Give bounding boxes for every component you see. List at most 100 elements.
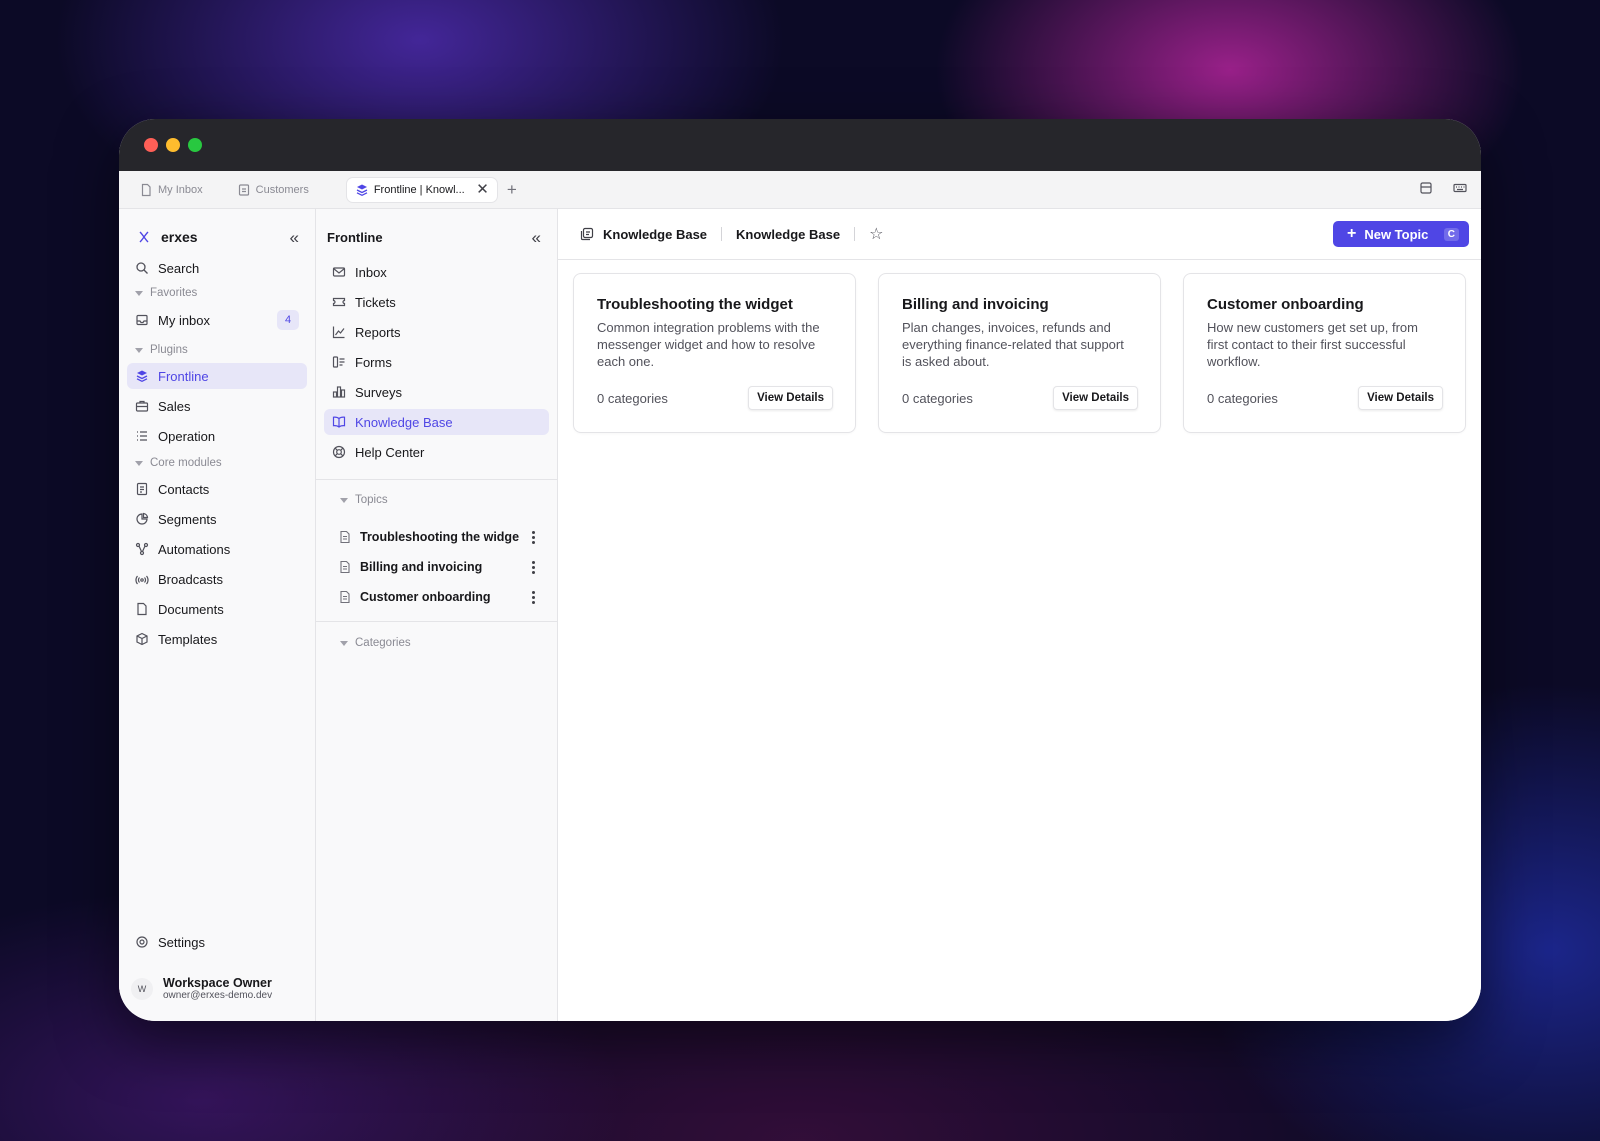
erxes-logo-icon (137, 230, 151, 244)
frontline-item-reports[interactable]: Reports (324, 319, 549, 345)
topic-label: Troubleshooting the widget (360, 530, 519, 544)
sidebar-item-settings[interactable]: Settings (127, 929, 307, 955)
sidebar-item-automations[interactable]: Automations (127, 536, 307, 562)
mail-icon (332, 265, 346, 279)
new-topic-button[interactable]: + New Topic C (1333, 221, 1469, 247)
frontline-item-label: Surveys (355, 384, 402, 400)
chevron-down-icon (340, 497, 348, 503)
sidebar-item-documents[interactable]: Documents (127, 596, 307, 622)
primary-sidebar: erxes « Search Favorites My inbox 4 Plug… (119, 209, 316, 1021)
close-window-button[interactable] (144, 138, 158, 152)
page-header: Knowledge Base Knowledge Base ☆ + New To… (558, 209, 1481, 260)
layout-icon[interactable] (1419, 181, 1433, 195)
topic-card-title: Troubleshooting the widget (597, 296, 793, 313)
favorites-section[interactable]: Favorites (135, 287, 197, 299)
view-details-button[interactable]: View Details (748, 386, 833, 410)
search-label: Search (158, 260, 200, 276)
breadcrumb-knowledge-base[interactable]: Knowledge Base (603, 227, 707, 242)
topic-card-description: Plan changes, invoices, refunds and ever… (902, 320, 1124, 369)
categories-section[interactable]: Categories (340, 637, 411, 649)
breadcrumb[interactable]: Knowledge Base (580, 227, 707, 242)
tab-label: My Inbox (158, 183, 203, 196)
add-tab-icon[interactable]: + (507, 180, 517, 200)
tab-label: Customers (255, 183, 309, 196)
plugins-section[interactable]: Plugins (135, 344, 188, 356)
box-icon (135, 632, 149, 646)
collapse-panel-icon[interactable]: « (532, 229, 541, 246)
section-label: Favorites (150, 287, 198, 299)
sidebar-item-my-inbox[interactable]: My inbox 4 (127, 307, 307, 333)
sidebar-item-label: Templates (158, 631, 218, 647)
sidebar-item-segments[interactable]: Segments (127, 506, 307, 532)
ticket-icon (332, 295, 346, 309)
breadcrumb-separator (721, 227, 723, 241)
tab-frontline-knowledge-base[interactable]: Frontline | Knowl... ✕ (346, 177, 497, 202)
lifebuoy-icon (332, 445, 346, 459)
pie-icon (135, 512, 149, 526)
frontline-item-knowledge-base[interactable]: Knowledge Base (324, 409, 549, 435)
search-button[interactable]: Search (127, 255, 307, 281)
topic-item-troubleshooting[interactable]: Troubleshooting the widget (338, 525, 539, 549)
tab-label: Frontline | Knowl... (373, 183, 465, 196)
maximize-window-button[interactable] (188, 138, 202, 152)
user-profile[interactable]: W Workspace Owner owner@erxes-demo.dev (131, 977, 272, 1001)
view-details-button[interactable]: View Details (1053, 386, 1138, 410)
shortcut-key: C (1443, 227, 1459, 241)
more-options-icon[interactable] (527, 590, 539, 604)
frontline-item-inbox[interactable]: Inbox (324, 259, 549, 285)
list-icon (135, 429, 149, 443)
sidebar-item-label: Segments (158, 511, 217, 527)
document-icon (338, 560, 352, 574)
frontline-item-tickets[interactable]: Tickets (324, 289, 549, 315)
sidebar-item-broadcasts[interactable]: Broadcasts (127, 566, 307, 592)
frontline-icon (355, 183, 369, 197)
sidebar-item-sales[interactable]: Sales (127, 393, 307, 419)
frontline-item-label: Forms (355, 354, 392, 370)
topic-label: Customer onboarding (360, 590, 491, 604)
tab-customers[interactable]: Customers (231, 178, 315, 202)
chevron-down-icon (135, 460, 143, 466)
frontline-header: Frontline « (327, 227, 541, 247)
collapse-sidebar-icon[interactable]: « (290, 229, 299, 246)
sidebar-item-label: My inbox (158, 312, 211, 328)
section-label: Core modules (150, 457, 222, 469)
more-options-icon[interactable] (527, 560, 539, 574)
minimize-window-button[interactable] (166, 138, 180, 152)
topic-cards: Troubleshooting the widget Common integr… (573, 273, 1466, 433)
tab-my-inbox[interactable]: My Inbox (133, 178, 209, 202)
chevron-down-icon (135, 347, 143, 353)
topic-item-onboarding[interactable]: Customer onboarding (338, 585, 539, 609)
core-modules-section[interactable]: Core modules (135, 457, 222, 469)
more-options-icon[interactable] (527, 530, 539, 544)
tab-bar: My Inbox Customers Frontline | Knowl... … (119, 171, 1481, 209)
frontline-item-surveys[interactable]: Surveys (324, 379, 549, 405)
sidebar-item-operation[interactable]: Operation (127, 423, 307, 449)
keyboard-icon[interactable] (1453, 181, 1467, 195)
star-icon[interactable]: ☆ (869, 224, 883, 244)
sidebar-item-label: Broadcasts (158, 571, 224, 587)
brand-name: erxes (161, 229, 198, 245)
sidebar-item-contacts[interactable]: Contacts (127, 476, 307, 502)
view-details-button[interactable]: View Details (1358, 386, 1443, 410)
sidebar-item-label: Contacts (158, 481, 210, 497)
new-topic-label: New Topic (1364, 226, 1429, 242)
section-label: Plugins (150, 344, 188, 356)
frontline-item-help-center[interactable]: Help Center (324, 439, 549, 465)
sidebar-item-label: Settings (158, 934, 205, 950)
category-count: 0 categories (902, 390, 973, 406)
inbox-count-badge: 4 (277, 310, 299, 330)
topic-label: Billing and invoicing (360, 560, 483, 574)
topics-section[interactable]: Topics (340, 494, 388, 506)
main-content: Knowledge Base Knowledge Base ☆ + New To… (558, 209, 1481, 1021)
close-tab-icon[interactable]: ✕ (476, 182, 489, 197)
chevron-down-icon (135, 290, 143, 296)
frontline-item-forms[interactable]: Forms (324, 349, 549, 375)
user-name: Workspace Owner (163, 976, 272, 990)
chevron-down-icon (340, 640, 348, 646)
topic-item-billing[interactable]: Billing and invoicing (338, 555, 539, 579)
sidebar-item-frontline[interactable]: Frontline (127, 363, 307, 389)
sidebar-item-label: Frontline (158, 368, 209, 384)
sidebar-item-templates[interactable]: Templates (127, 626, 307, 652)
app-window: My Inbox Customers Frontline | Knowl... … (119, 119, 1481, 1021)
frontline-item-label: Inbox (355, 264, 387, 280)
